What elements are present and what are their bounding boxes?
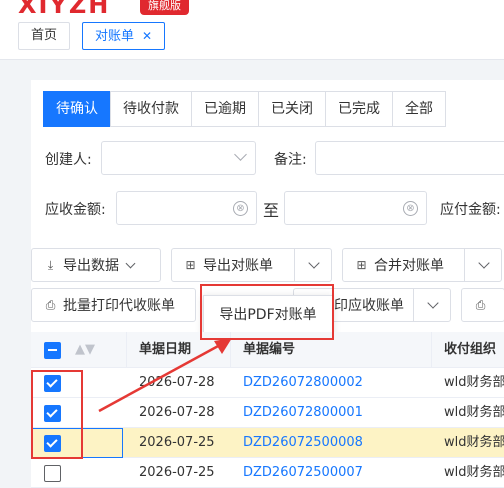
sort-icon[interactable]: ▲▼ (75, 332, 95, 368)
annotation-box-checkboxes (31, 370, 83, 459)
status-tab-completed[interactable]: 已完成 (325, 91, 393, 127)
tab-statement[interactable]: 对账单 ✕ (82, 22, 166, 50)
chevron-down-icon (125, 258, 136, 269)
edition-badge: 旗舰版 (140, 0, 189, 15)
print-receipt-label: 印应收账单 (334, 298, 404, 314)
table-row[interactable]: 2026-07-25 DZD26072500007 wld财务部 (31, 458, 504, 488)
batch-print-label: 批量打印代收账单 (63, 298, 175, 314)
download-icon: ⤓ (47, 257, 54, 272)
row-date: 2026-07-25 (139, 465, 215, 480)
close-icon[interactable]: ✕ (142, 29, 152, 43)
creator-select[interactable] (101, 141, 256, 175)
status-tab-overdue[interactable]: 已逾期 (191, 91, 259, 127)
table-row[interactable]: 2026-07-28 DZD26072800001 wld财务部 (31, 398, 504, 428)
printer-icon: ⎙ (475, 297, 486, 312)
annotation-box-tooltip (200, 284, 334, 340)
logo: XIYZH (18, 0, 111, 16)
merge-statement-button[interactable]: ⊞ 合并对账单 (342, 248, 502, 282)
status-tabs: 待确认 待收付款 已逾期 已关闭 已完成 全部 (43, 91, 446, 127)
remark-input[interactable] (315, 141, 504, 175)
receivable-amount-label: 应收金额: (45, 202, 106, 218)
select-all-checkbox[interactable] (44, 342, 61, 359)
row-code-link[interactable]: DZD26072500007 (231, 458, 363, 488)
chevron-down-icon (234, 148, 247, 161)
tab-home[interactable]: 首页 (18, 22, 71, 50)
clear-icon[interactable]: ⊗ (403, 201, 418, 216)
export-data-button[interactable]: ⤓ 导出数据 (31, 248, 161, 282)
calculator-icon: ⊞ (185, 257, 196, 272)
remark-label: 备注: (274, 152, 307, 168)
merge-statement-label: 合并对账单 (374, 258, 444, 274)
range-to-label: 至 (263, 201, 280, 220)
chevron-down-icon[interactable] (427, 297, 439, 309)
print-more-button[interactable]: ⎙ (461, 288, 504, 322)
table-row[interactable]: 2026-07-28 DZD26072800002 wld财务部 (31, 368, 504, 398)
row-org: wld财务部 (444, 405, 504, 420)
receivable-min-input[interactable]: ⊗ (116, 191, 257, 225)
select-all-header: ▲▼ (31, 332, 127, 368)
table-row[interactable]: 2026-07-25 DZD26072500008 wld财务部 (31, 428, 504, 458)
status-tab-closed[interactable]: 已关闭 (258, 91, 326, 127)
calculator-icon: ⊞ (356, 257, 367, 272)
receivable-max-input[interactable]: ⊗ (284, 191, 427, 225)
row-date: 2026-07-28 (139, 405, 215, 420)
export-data-label: 导出数据 (63, 258, 119, 274)
tab-label: 对账单 (95, 29, 135, 44)
row-date: 2026-07-25 (139, 435, 215, 450)
tab-label: 首页 (31, 28, 58, 43)
row-org: wld财务部 (444, 435, 504, 450)
export-statement-label: 导出对账单 (203, 258, 273, 274)
export-statement-button[interactable]: ⊞ 导出对账单 (171, 248, 332, 282)
row-code-link[interactable]: DZD26072500008 (231, 428, 363, 458)
status-tab-pending-confirm[interactable]: 待确认 (43, 91, 111, 127)
chevron-down-icon[interactable] (478, 257, 490, 269)
clear-icon[interactable]: ⊗ (233, 201, 248, 216)
row-date: 2026-07-28 (139, 375, 215, 390)
row-org: wld财务部 (444, 465, 504, 480)
row-checkbox[interactable] (44, 465, 61, 482)
row-org: wld财务部 (444, 375, 504, 390)
payable-amount-label: 应付金额: (440, 202, 501, 218)
chevron-down-icon[interactable] (308, 257, 320, 269)
batch-print-button[interactable]: ⎙ 批量打印代收账单 (31, 288, 196, 322)
row-code-link[interactable]: DZD26072800002 (231, 368, 363, 398)
column-org[interactable]: 收付组织 (432, 332, 504, 368)
page-tab-bar: 首页 对账单 ✕ (0, 16, 504, 60)
status-tab-pending-payment[interactable]: 待收付款 (110, 91, 192, 127)
row-code-link[interactable]: DZD26072800001 (231, 398, 363, 428)
brand-bar: XIYZH 旗舰版 (0, 0, 504, 16)
status-tab-all[interactable]: 全部 (392, 91, 446, 127)
printer-icon: ⎙ (45, 297, 56, 312)
creator-label: 创建人: (45, 152, 92, 168)
